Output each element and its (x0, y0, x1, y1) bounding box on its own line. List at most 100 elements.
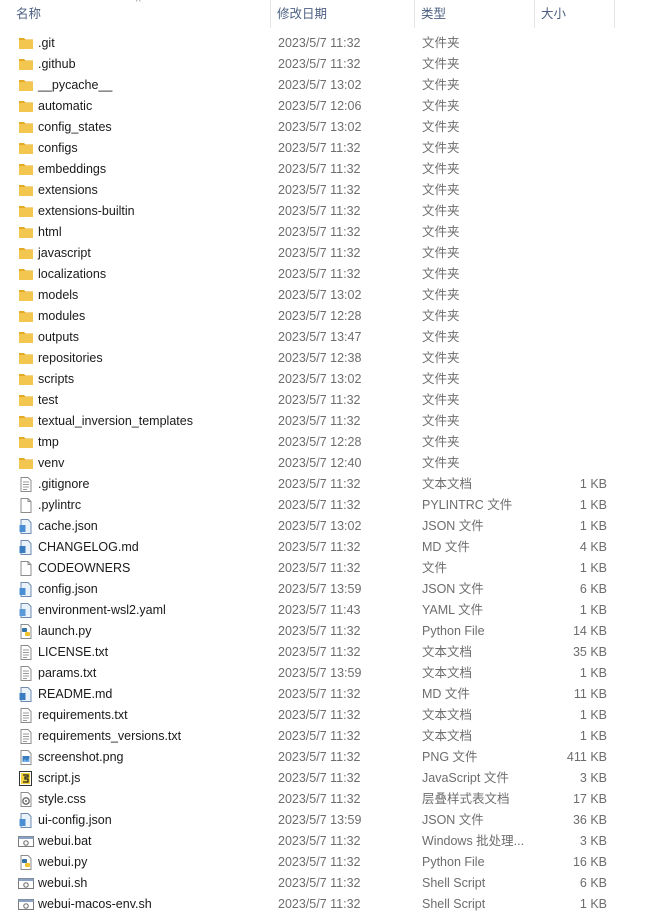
file-modified-date: 2023/5/7 13:59 (278, 582, 362, 596)
file-row[interactable]: .gitignore 2023/5/7 11:32 文本文档 1 KB (0, 474, 651, 495)
column-divider[interactable] (270, 0, 271, 28)
column-divider[interactable] (414, 0, 415, 28)
file-row[interactable]: config_states 2023/5/7 13:02 文件夹 (0, 117, 651, 138)
folder-icon (18, 372, 34, 387)
file-name: scripts (38, 372, 75, 386)
file-size: 35 KB (572, 645, 607, 659)
file-type: JavaScript 文件 (422, 771, 509, 785)
column-header-type[interactable]: 类型 (421, 0, 533, 28)
file-list: .git 2023/5/7 11:32 文件夹 .github 2023/5/7 11:… (0, 33, 651, 915)
file-modified-date: 2023/5/7 13:02 (278, 120, 362, 134)
file-row[interactable]: extensions-builtin 2023/5/7 11:32 文件夹 (0, 201, 651, 222)
file-row[interactable]: screenshot.png 2023/5/7 11:32 PNG 文件 411 KB (0, 747, 651, 768)
file-row[interactable]: .git 2023/5/7 11:32 文件夹 (0, 33, 651, 54)
file-size: 14 KB (572, 624, 607, 638)
file-row[interactable]: cache.json 2023/5/7 13:02 JSON 文件 1 KB (0, 516, 651, 537)
file-row[interactable]: params.txt 2023/5/7 13:59 文本文档 1 KB (0, 663, 651, 684)
file-row[interactable]: localizations 2023/5/7 11:32 文件夹 (0, 264, 651, 285)
sort-ascending-icon: ^ (136, 0, 141, 8)
file-type: 文件夹 (422, 414, 460, 428)
file-row[interactable]: launch.py 2023/5/7 11:32 Python File 14 KB (0, 621, 651, 642)
file-row[interactable]: .github 2023/5/7 11:32 文件夹 (0, 54, 651, 75)
file-modified-date: 2023/5/7 11:32 (278, 204, 361, 218)
file-row[interactable]: webui.sh 2023/5/7 11:32 Shell Script 6 KB (0, 873, 651, 894)
file-row[interactable]: models 2023/5/7 13:02 文件夹 (0, 285, 651, 306)
file-row[interactable]: tmp 2023/5/7 12:28 文件夹 (0, 432, 651, 453)
image-file-icon (18, 750, 34, 765)
file-row[interactable]: LICENSE.txt 2023/5/7 11:32 文本文档 35 KB (0, 642, 651, 663)
file-size: 6 KB (579, 876, 607, 890)
file-row[interactable]: html 2023/5/7 11:32 文件夹 (0, 222, 651, 243)
file-row[interactable]: outputs 2023/5/7 13:47 文件夹 (0, 327, 651, 348)
file-type: 文件夹 (422, 246, 460, 260)
file-size: 36 KB (572, 813, 607, 827)
file-row[interactable]: CODEOWNERS 2023/5/7 11:32 文件 1 KB (0, 558, 651, 579)
file-name: CODEOWNERS (38, 561, 131, 575)
file-name: README.md (38, 687, 113, 701)
column-header-name[interactable]: 名称 (16, 0, 270, 28)
file-name: CHANGELOG.md (38, 540, 139, 554)
file-type: 文本文档 (422, 729, 473, 743)
file-modified-date: 2023/5/7 11:32 (278, 393, 361, 407)
file-row[interactable]: webui-macos-env.sh 2023/5/7 11:32 Shell Sc… (0, 894, 651, 915)
column-header-size[interactable]: 大小 (541, 0, 613, 28)
file-row[interactable]: CHANGELOG.md 2023/5/7 11:32 MD 文件 4 KB (0, 537, 651, 558)
file-row[interactable]: embeddings 2023/5/7 11:32 文件夹 (0, 159, 651, 180)
file-type: 文件夹 (422, 225, 460, 239)
file-type: Python File (422, 624, 485, 638)
file-name: cache.json (38, 519, 98, 533)
file-row[interactable]: __pycache__ 2023/5/7 13:02 文件夹 (0, 75, 651, 96)
file-modified-date: 2023/5/7 11:32 (278, 729, 361, 743)
file-type: JSON 文件 (422, 519, 484, 533)
column-header-date[interactable]: 修改日期 (277, 0, 413, 28)
file-row[interactable]: environment-wsl2.yaml 2023/5/7 11:43 YAML … (0, 600, 651, 621)
file-modified-date: 2023/5/7 11:32 (278, 477, 361, 491)
file-row[interactable]: .pylintrc 2023/5/7 11:32 PYLINTRC 文件 1 KB (0, 495, 651, 516)
file-type: 文件夹 (422, 351, 460, 365)
file-type: Windows 批处理... (422, 834, 525, 848)
file-row[interactable]: ui-config.json 2023/5/7 13:59 JSON 文件 36 KB (0, 810, 651, 831)
file-type: 文件夹 (422, 36, 460, 50)
file-row[interactable]: javascript 2023/5/7 11:32 文件夹 (0, 243, 651, 264)
file-name: webui.bat (38, 834, 92, 848)
file-row[interactable]: webui.py 2023/5/7 11:32 Python File 16 KB (0, 852, 651, 873)
file-row[interactable]: style.css 2023/5/7 11:32 层叠样式表文档 17 KB (0, 789, 651, 810)
file-row[interactable]: textual_inversion_templates 2023/5/7 11:3… (0, 411, 651, 432)
file-name: automatic (38, 99, 93, 113)
file-row[interactable]: script.js 2023/5/7 11:32 JavaScript 文件 3 KB (0, 768, 651, 789)
column-divider[interactable] (614, 0, 615, 28)
file-row[interactable]: repositories 2023/5/7 12:38 文件夹 (0, 348, 651, 369)
file-row[interactable]: configs 2023/5/7 11:32 文件夹 (0, 138, 651, 159)
file-modified-date: 2023/5/7 11:32 (278, 162, 361, 176)
column-header: 名称 ^ 修改日期 类型 大小 (0, 0, 651, 28)
file-row[interactable]: webui.bat 2023/5/7 11:32 Windows 批处理... 3 K… (0, 831, 651, 852)
file-row[interactable]: venv 2023/5/7 12:40 文件夹 (0, 453, 651, 474)
file-name: .pylintrc (38, 498, 82, 512)
file-row[interactable]: modules 2023/5/7 12:28 文件夹 (0, 306, 651, 327)
file-row[interactable]: extensions 2023/5/7 11:32 文件夹 (0, 180, 651, 201)
file-type: PYLINTRC 文件 (422, 498, 513, 512)
file-name: localizations (38, 267, 107, 281)
file-type: 文件夹 (422, 162, 460, 176)
file-row[interactable]: requirements.txt 2023/5/7 11:32 文本文档 1 KB (0, 705, 651, 726)
file-type: 文件夹 (422, 120, 460, 134)
file-name: webui.py (38, 855, 88, 869)
file-size: 1 KB (579, 708, 607, 722)
folder-icon (18, 414, 34, 429)
yaml-file-icon (18, 603, 34, 618)
file-type: JSON 文件 (422, 582, 484, 596)
file-size: 411 KB (566, 750, 607, 764)
file-type: 文件夹 (422, 99, 460, 113)
file-row[interactable]: README.md 2023/5/7 11:32 MD 文件 11 KB (0, 684, 651, 705)
file-modified-date: 2023/5/7 13:02 (278, 78, 362, 92)
file-size: 1 KB (579, 666, 607, 680)
file-row[interactable]: scripts 2023/5/7 13:02 文件夹 (0, 369, 651, 390)
column-divider[interactable] (534, 0, 535, 28)
file-row[interactable]: test 2023/5/7 11:32 文件夹 (0, 390, 651, 411)
file-row[interactable]: automatic 2023/5/7 12:06 文件夹 (0, 96, 651, 117)
file-modified-date: 2023/5/7 11:32 (278, 834, 361, 848)
file-size: 11 KB (573, 687, 607, 701)
file-row[interactable]: config.json 2023/5/7 13:59 JSON 文件 6 KB (0, 579, 651, 600)
file-row[interactable]: requirements_versions.txt 2023/5/7 11:32 文… (0, 726, 651, 747)
folder-icon (18, 456, 34, 471)
